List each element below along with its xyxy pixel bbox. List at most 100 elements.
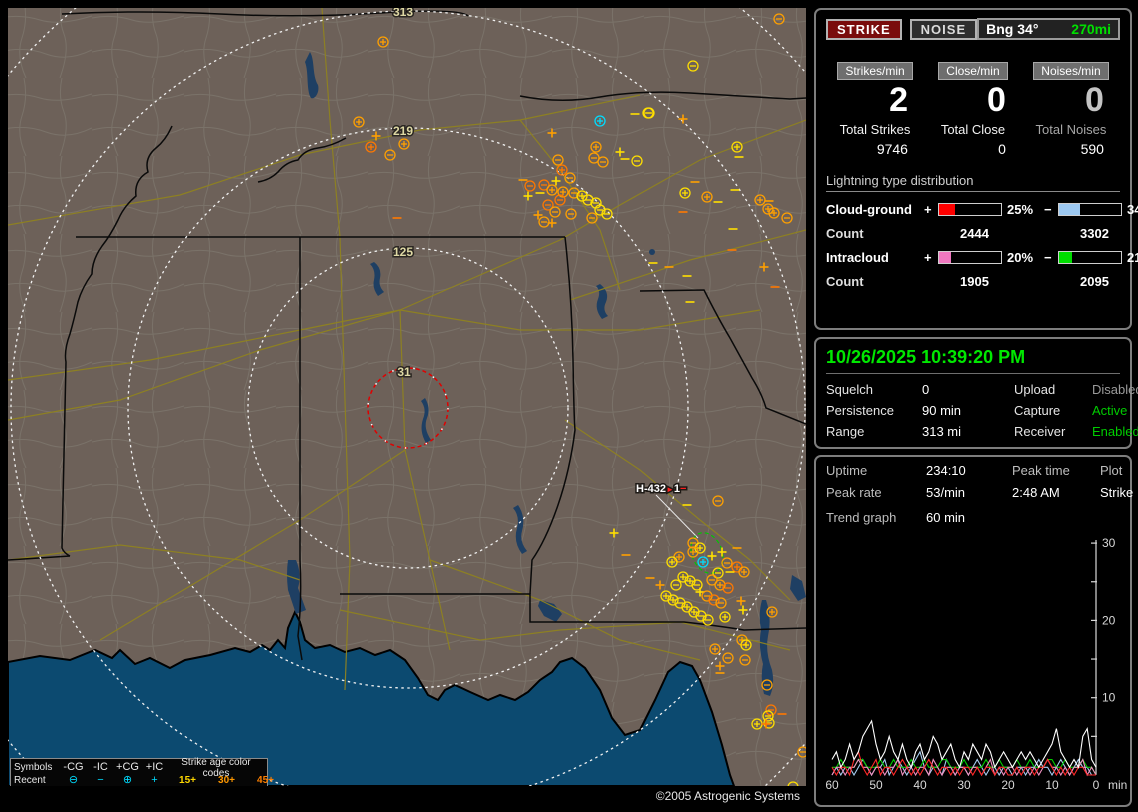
status-section: 10/26/2025 10:39:20 PM Squelch 0 Upload … [814,337,1138,449]
receiver-value: Enabled [1092,424,1138,439]
squelch-value: 0 [922,382,930,397]
svg-text:60: 60 [826,778,839,791]
capture-label: Capture [1014,403,1061,418]
total-strikes-value: 9746 [876,141,908,157]
svg-text:0: 0 [1093,778,1100,791]
recent-ic-neg-icon: − [97,774,104,786]
total-noises-label: Total Noises [1035,122,1107,137]
ring-label-125: 125 [393,245,413,259]
age-30: 30+ [218,775,235,786]
noises-per-min-chip: Noises/min [1033,62,1109,80]
counters-section: STRIKE NOISE Bng 34° 270mi Strikes/min 2… [814,8,1138,330]
squelch-label: Squelch [826,382,873,397]
cg-minus-pct: 34% [1127,202,1138,217]
legend-col-ic-pos: +IC [145,761,164,773]
peak-time-value: 2:48 AM [1012,485,1060,500]
trend-section: Uptime 234:10 Peak time Plot Peak rate 5… [814,455,1134,807]
svg-text:10: 10 [1102,691,1116,705]
cg-plus-count: 2444 [960,226,989,241]
plot-value: Strike [1100,485,1134,500]
peak-rate-value: 53/min [926,485,966,500]
ic-plus-pct: 20% [1007,250,1034,265]
trend-graph-label: Trend graph [826,510,897,525]
range-label: Range [826,424,865,439]
ic-count-label: Count [826,274,864,289]
recent-cg-pos-icon: ⊕ [122,774,133,786]
legend-col-cg-pos: +CG [116,761,139,773]
total-close-label: Total Close [940,122,1006,137]
lightning-map[interactable]: H-432►1− 313 219 125 31 [0,0,929,812]
lightning-distribution: Lightning type distribution Cloud-ground… [826,173,1138,289]
bearing-readout: Bng 34° 270mi [977,18,1120,40]
intracloud-label: Intracloud [826,250,889,265]
svg-text:min: min [1108,778,1127,791]
legend-col-ic-neg: -IC [93,761,108,773]
cg-plus-pct: 25% [1007,202,1034,217]
svg-text:30: 30 [1102,536,1116,550]
cg-count-label: Count [826,226,864,241]
close-per-min-chip: Close/min [938,62,1008,80]
cg-minus-bar [1058,203,1122,216]
svg-text:40: 40 [913,778,927,791]
cg-minus-count: 3302 [1080,226,1109,241]
ic-minus-pct: 21% [1127,250,1138,265]
upload-label: Upload [1014,382,1056,397]
storm-cell-label: H-432►1− [636,483,686,495]
cg-plus-bar [938,203,1002,216]
ring-label-31: 31 [397,365,411,379]
svg-text:10: 10 [1045,778,1059,791]
range-value: 313 mi [922,424,962,439]
legend-recent-label: Recent [14,775,46,786]
persistence-label: Persistence [826,403,894,418]
uptime-value: 234:10 [926,463,966,478]
receiver-label: Receiver [1014,424,1066,439]
persistence-value: 90 min [922,403,962,418]
ic-minus-count: 2095 [1080,274,1109,289]
total-close-value: 0 [998,141,1006,157]
ring-label-313: 313 [393,8,413,19]
svg-text:20: 20 [1001,778,1015,791]
legend-col-cg-neg: -CG [63,761,84,773]
peak-time-label: Peak time [1012,463,1070,478]
strikes-per-min-chip: Strikes/min [837,62,913,80]
capture-value: Active [1092,403,1128,418]
trend-chart: 10 20 30 60 50 40 30 20 10 0 min [825,536,1127,792]
bearing-range-value: 270mi [1071,21,1111,37]
strike-toggle-button[interactable]: STRIKE [826,18,902,40]
svg-text:50: 50 [869,778,883,791]
ic-minus-bar [1058,251,1122,264]
ic-plus-count: 1905 [960,274,989,289]
datetime-display: 10/26/2025 10:39:20 PM [826,347,1120,374]
noise-toggle-button[interactable]: NOISE [909,18,978,40]
plot-label: Plot [1100,463,1123,478]
cloud-ground-label: Cloud-ground [826,202,912,217]
total-strikes-label: Total Strikes [839,122,911,137]
upload-value: Disabled [1092,382,1138,397]
recent-ic-pos-icon: + [151,774,158,786]
peak-rate-label: Peak rate [826,485,882,500]
copyright-text: ©2005 Astrogenic Systems [655,789,800,803]
uptime-label: Uptime [826,463,868,478]
recent-cg-neg-icon: ⊖ [68,774,79,786]
map-status-bar: ©2005 Astrogenic Systems [8,786,806,806]
side-panel: STRIKE NOISE Bng 34° 270mi Strikes/min 2… [812,0,1138,812]
total-noises-value: 590 [1080,141,1104,157]
legend-symbols-header: Symbols [14,762,53,773]
strikes-per-min-value: 2 [889,81,908,119]
svg-text:30: 30 [957,778,971,791]
age-45: 45+ [257,775,274,786]
ic-minus-sign: − [1044,250,1052,265]
ic-plus-sign: + [924,250,932,265]
trend-graph-value: 60 min [926,510,966,525]
cg-minus-sign: − [1044,202,1052,217]
ic-plus-bar [938,251,1002,264]
ring-label-219: 219 [393,124,413,138]
map-canvas[interactable]: H-432►1− 313 219 125 31 Symbols -CG -IC … [0,0,929,812]
cg-plus-sign: + [924,202,932,217]
distribution-title: Lightning type distribution [826,173,1120,192]
noises-per-min-value: 0 [1085,81,1104,119]
bearing-value: Bng 34° [986,21,1039,37]
age-15: 15+ [179,775,196,786]
svg-text:20: 20 [1102,613,1116,627]
close-per-min-value: 0 [987,81,1006,119]
